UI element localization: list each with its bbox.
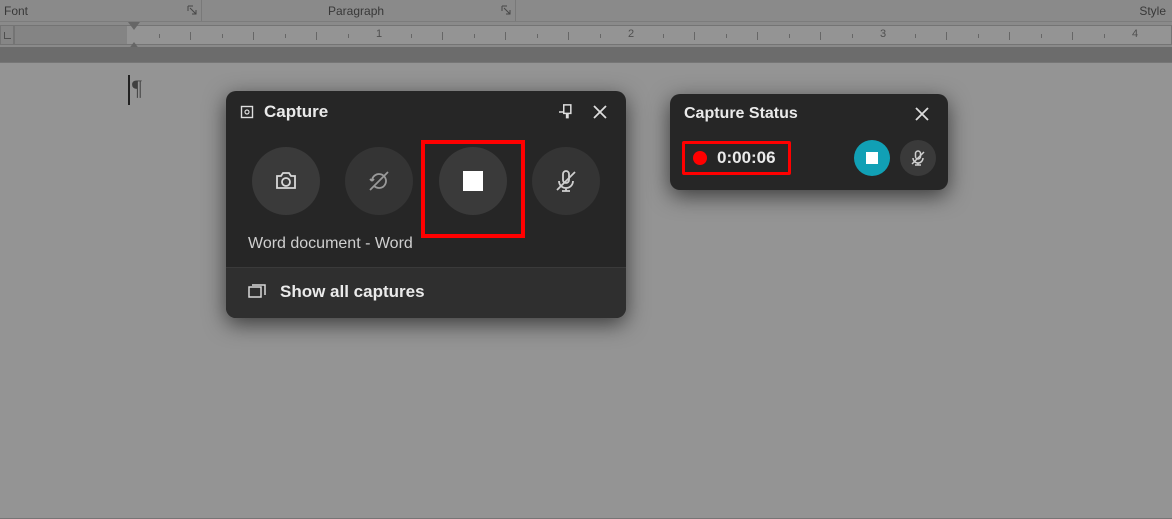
- capture-status-panel: Capture Status 0:00:06: [670, 94, 948, 190]
- capture-title-icon: [240, 105, 254, 119]
- stop-icon: [866, 152, 878, 164]
- status-panel-header: Capture Status: [670, 94, 948, 134]
- microphone-muted-icon: [909, 149, 927, 167]
- recording-timer-highlight: 0:00:06: [682, 141, 791, 175]
- status-close-button[interactable]: [906, 98, 938, 130]
- status-stop-button[interactable]: [854, 140, 890, 176]
- tutorial-highlight-stop: [421, 140, 525, 238]
- recording-timer: 0:00:06: [717, 148, 776, 168]
- camera-icon: [273, 168, 299, 194]
- show-all-label: Show all captures: [280, 282, 425, 302]
- close-button[interactable]: [584, 96, 616, 128]
- gallery-icon: [248, 284, 266, 300]
- recapture-button[interactable]: [345, 147, 413, 215]
- refresh-slash-icon: [366, 168, 392, 194]
- recording-indicator-icon: [693, 151, 707, 165]
- take-screenshot-button[interactable]: [252, 147, 320, 215]
- show-all-captures-button[interactable]: Show all captures: [226, 268, 626, 318]
- capture-title: Capture: [264, 102, 328, 122]
- microphone-muted-icon: [553, 168, 579, 194]
- pin-button[interactable]: [552, 96, 584, 128]
- microphone-toggle-button[interactable]: [532, 147, 600, 215]
- status-title: Capture Status: [684, 105, 798, 123]
- status-microphone-button[interactable]: [900, 140, 936, 176]
- status-body: 0:00:06: [670, 134, 948, 190]
- capture-panel-header: Capture: [226, 91, 626, 133]
